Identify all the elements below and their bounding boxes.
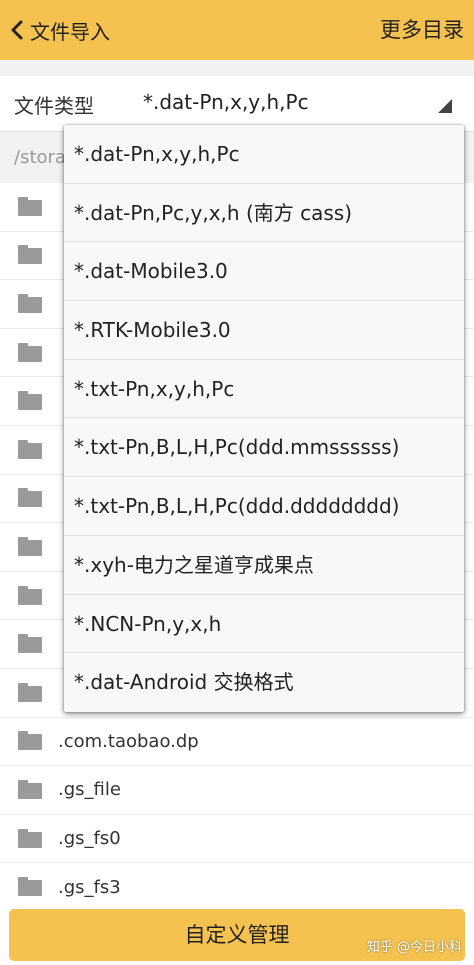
file-name: .gs_fs0 <box>58 828 121 850</box>
folder-icon <box>18 731 42 751</box>
folder-icon <box>18 391 42 411</box>
folder-icon <box>18 585 42 606</box>
folder-icon <box>18 488 42 508</box>
file-name: .gs_file <box>58 779 121 801</box>
folder-icon <box>18 536 42 557</box>
header-spacer <box>0 60 474 76</box>
folder-icon <box>18 877 42 897</box>
dropdown-option[interactable]: *.dat-Mobile3.0 <box>64 242 464 302</box>
dropdown-option[interactable]: *.NCN-Pn,y,x,h <box>64 595 464 654</box>
chevron-left-icon <box>6 12 28 48</box>
folder-icon <box>18 342 42 363</box>
current-path-text: /stora <box>14 147 66 168</box>
file-type-selected-value[interactable]: *.dat-Pn,x,y,h,Pc <box>143 90 309 114</box>
file-list-item[interactable]: .com.taobao.dp <box>0 717 474 767</box>
file-list-item[interactable]: .gs_fs3 <box>0 863 474 900</box>
folder-icon <box>18 828 42 849</box>
dropdown-option[interactable]: *.txt-Pn,B,L,H,Pc(ddd.dddddddd) <box>64 477 464 536</box>
dropdown-option[interactable]: *.dat-Pn,Pc,y,x,h (南方 cass) <box>64 184 464 243</box>
file-list-item[interactable]: .gs_file <box>0 766 474 815</box>
file-type-dropdown-menu: *.dat-Pn,x,y,h,Pc *.dat-Pn,Pc,y,x,h (南方 c… <box>64 125 464 712</box>
file-type-label: 文件类型 <box>14 94 94 118</box>
folder-icon <box>18 293 42 314</box>
dropdown-option[interactable]: *.RTK-Mobile3.0 <box>64 301 464 360</box>
folder-icon <box>18 779 42 800</box>
folder-icon <box>18 682 42 703</box>
dropdown-option[interactable]: *.dat-Pn,x,y,h,Pc <box>64 125 464 184</box>
file-list-item[interactable]: .gs_fs0 <box>0 814 474 864</box>
file-type-selector[interactable]: 文件类型 *.dat-Pn,x,y,h,Pc <box>0 76 474 131</box>
file-name: .com.taobao.dp <box>58 730 199 752</box>
file-name: .gs_fs3 <box>58 876 121 898</box>
dropdown-option[interactable]: *.txt-Pn,B,L,H,Pc(ddd.mmssssss) <box>64 418 464 478</box>
dropdown-option[interactable]: *.xyh-电力之星道亨成果点 <box>64 536 464 595</box>
folder-icon <box>18 245 42 265</box>
dropdown-option[interactable]: *.txt-Pn,x,y,h,Pc <box>64 360 464 419</box>
back-button[interactable]: 文件导入 <box>6 12 110 48</box>
folder-icon <box>18 634 42 654</box>
folder-icon <box>18 196 42 217</box>
page-title: 文件导入 <box>30 19 110 44</box>
triangle-down-icon[interactable] <box>438 99 452 113</box>
app-header: 文件导入 更多目录 <box>0 0 474 60</box>
dropdown-option[interactable]: *.dat-Android 交换格式 <box>64 653 464 712</box>
watermark-text: 知乎 @今日小科 <box>366 940 462 955</box>
more-directory-button[interactable]: 更多目录 <box>380 12 464 48</box>
folder-icon <box>18 439 42 460</box>
